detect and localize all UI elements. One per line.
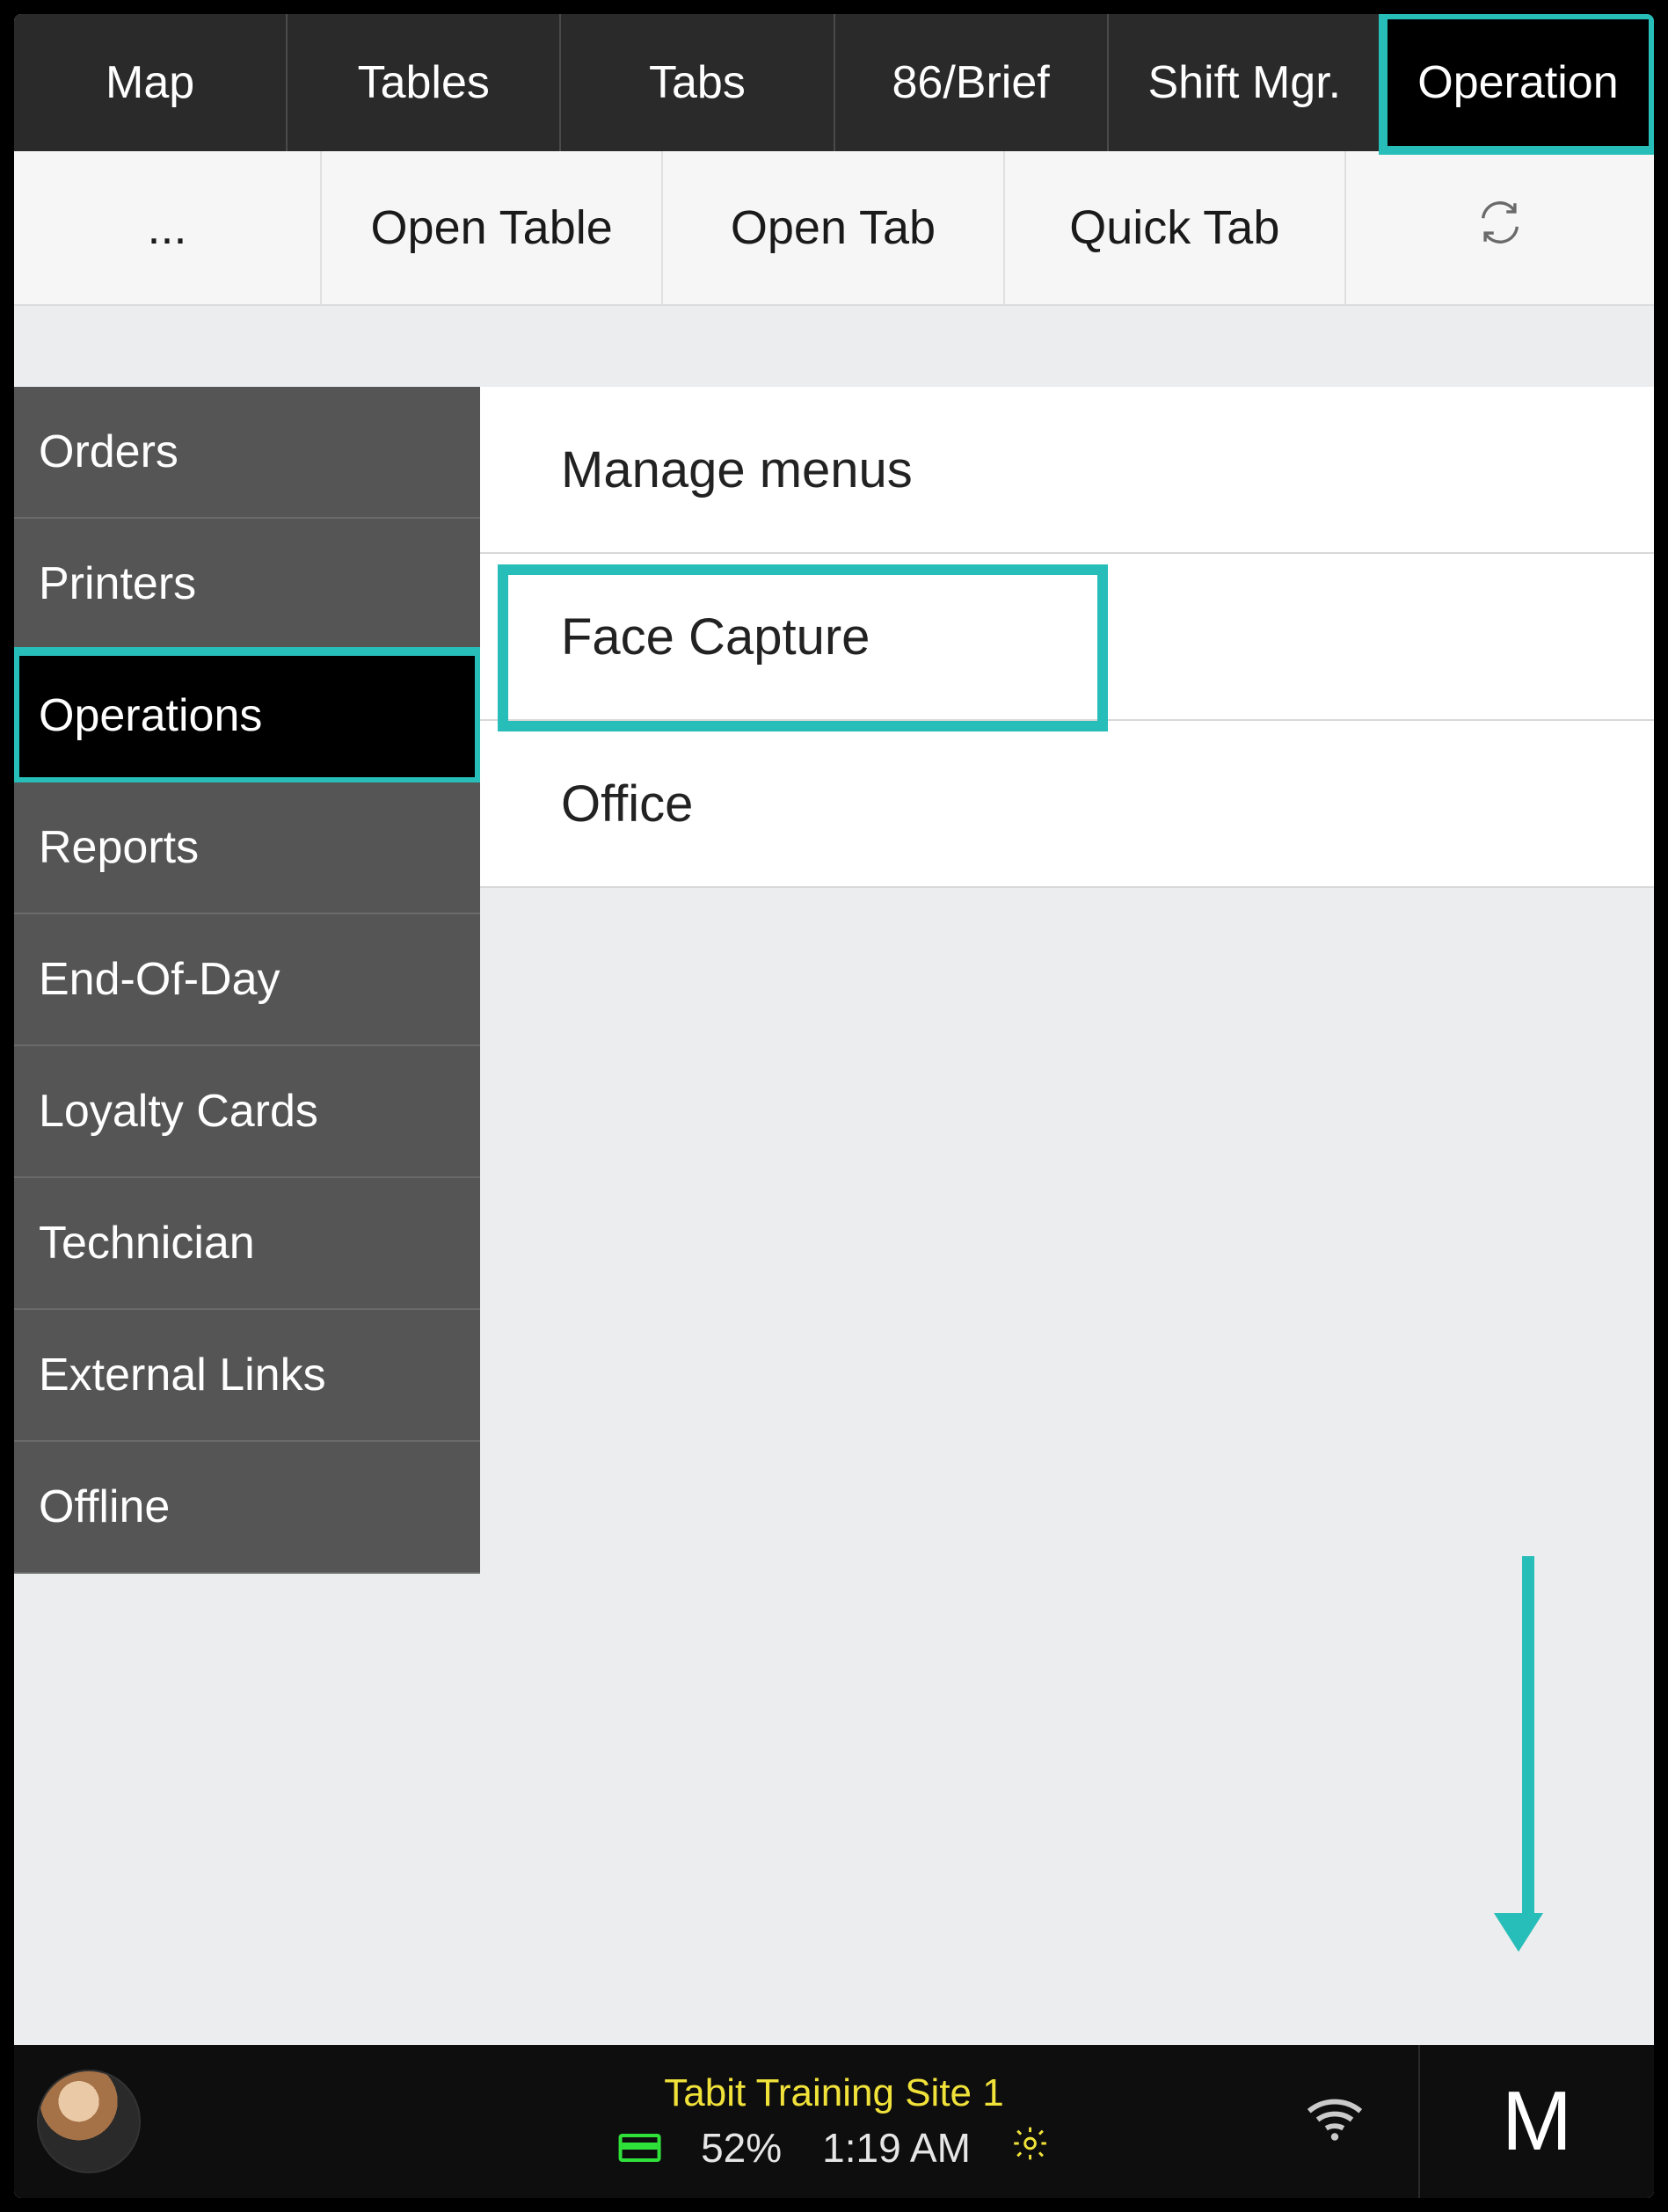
tab-map[interactable]: Map: [14, 14, 288, 151]
sidebar-item-label: External Links: [39, 1349, 326, 1401]
m-button[interactable]: M: [1418, 2045, 1654, 2198]
sidebar: Orders Printers Operations Reports End-O…: [14, 387, 480, 2045]
main-pane: Manage menus Face Capture Office: [480, 387, 1654, 2045]
sidebar-item-label: Offline: [39, 1481, 170, 1533]
spacer: [14, 306, 1654, 387]
site-name: Tabit Training Site 1: [664, 2071, 1003, 2115]
more-label: ...: [147, 200, 186, 255]
status-bar: Tabit Training Site 1 52% 1:19 AM: [14, 2045, 1654, 2198]
sidebar-item-external-links[interactable]: External Links: [14, 1310, 480, 1442]
gear-icon[interactable]: [1011, 2124, 1050, 2172]
status-center: Tabit Training Site 1 52% 1:19 AM: [618, 2071, 1050, 2172]
list-row-label: Manage menus: [561, 440, 913, 499]
quick-tab-button[interactable]: Quick Tab: [1005, 151, 1346, 304]
sidebar-item-label: Orders: [39, 426, 178, 478]
tab-label: Operation: [1417, 56, 1618, 109]
sidebar-item-orders[interactable]: Orders: [14, 387, 480, 519]
button-label: Quick Tab: [1069, 200, 1279, 255]
action-bar: ... Open Table Open Tab Quick Tab: [14, 151, 1654, 306]
sidebar-item-loyalty-cards[interactable]: Loyalty Cards: [14, 1046, 480, 1178]
list-row-label: Office: [561, 775, 693, 833]
top-nav: Map Tables Tabs 86/Brief Shift Mgr. Oper…: [14, 14, 1654, 151]
list-row-office[interactable]: Office: [480, 721, 1654, 888]
m-label: M: [1502, 2073, 1572, 2170]
sidebar-item-label: Loyalty Cards: [39, 1085, 318, 1138]
app-window: Map Tables Tabs 86/Brief Shift Mgr. Oper…: [14, 14, 1654, 2198]
sidebar-item-label: Operations: [39, 689, 262, 742]
battery-text: 52%: [701, 2124, 782, 2172]
refresh-button[interactable]: [1346, 151, 1654, 304]
sidebar-item-label: Reports: [39, 821, 199, 874]
list-row-label: Face Capture: [561, 608, 870, 666]
wifi-icon: [1300, 2085, 1418, 2158]
sidebar-item-operations[interactable]: Operations: [14, 651, 480, 782]
status-right: M: [1300, 2045, 1654, 2198]
tab-label: Shift Mgr.: [1147, 56, 1341, 109]
sidebar-item-printers[interactable]: Printers: [14, 519, 480, 651]
button-label: Open Tab: [731, 200, 936, 255]
content-area: Orders Printers Operations Reports End-O…: [14, 387, 1654, 2045]
sidebar-item-reports[interactable]: Reports: [14, 782, 480, 914]
tab-86brief[interactable]: 86/Brief: [835, 14, 1109, 151]
status-metrics: 52% 1:19 AM: [618, 2124, 1050, 2172]
open-tab-button[interactable]: Open Tab: [663, 151, 1004, 304]
tab-label: Map: [106, 56, 194, 109]
sidebar-item-label: End-Of-Day: [39, 953, 280, 1006]
tab-operation[interactable]: Operation: [1382, 14, 1654, 151]
sidebar-item-label: Technician: [39, 1217, 255, 1270]
tab-shift-mgr[interactable]: Shift Mgr.: [1109, 14, 1382, 151]
more-button[interactable]: ...: [14, 151, 322, 304]
card-icon: [618, 2134, 660, 2162]
tab-label: Tables: [358, 56, 490, 109]
open-table-button[interactable]: Open Table: [322, 151, 663, 304]
sidebar-item-technician[interactable]: Technician: [14, 1178, 480, 1310]
sidebar-item-offline[interactable]: Offline: [14, 1442, 480, 1574]
tab-tables[interactable]: Tables: [288, 14, 561, 151]
list-row-manage-menus[interactable]: Manage menus: [480, 387, 1654, 554]
sidebar-item-label: Printers: [39, 557, 196, 610]
list: Manage menus Face Capture Office: [480, 387, 1654, 888]
tab-label: Tabs: [649, 56, 746, 109]
list-row-face-capture[interactable]: Face Capture: [480, 554, 1654, 721]
time-text: 1:19 AM: [822, 2124, 971, 2172]
sidebar-item-end-of-day[interactable]: End-Of-Day: [14, 914, 480, 1046]
tab-tabs[interactable]: Tabs: [561, 14, 834, 151]
refresh-icon: [1475, 197, 1526, 259]
down-arrow-icon: [1512, 1556, 1543, 1952]
button-label: Open Table: [371, 200, 613, 255]
avatar[interactable]: [37, 2070, 141, 2173]
tab-label: 86/Brief: [892, 56, 1049, 109]
